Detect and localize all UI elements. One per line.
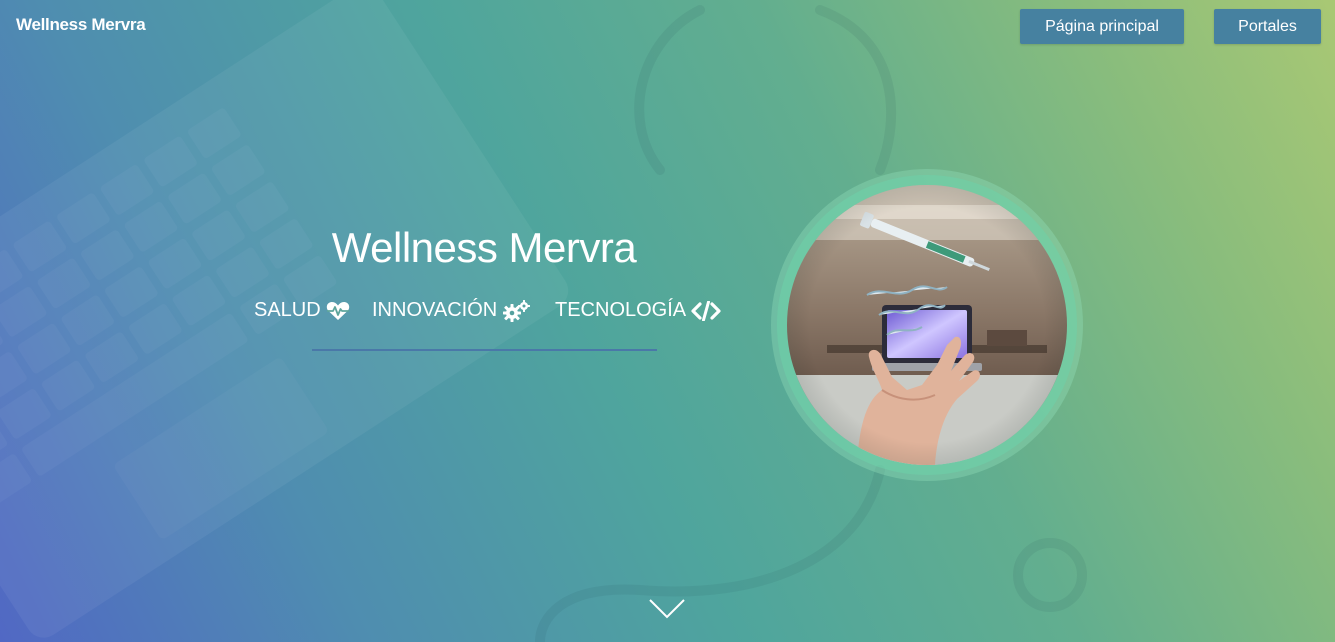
- gears-icon: [502, 299, 531, 322]
- heartbeat-icon: [326, 301, 350, 321]
- code-icon: [691, 300, 721, 321]
- nav-portals-button[interactable]: Portales: [1214, 9, 1321, 44]
- nav-home-button[interactable]: Página principal: [1020, 9, 1184, 44]
- hero-title: Wellness Mervra: [331, 224, 637, 271]
- tag-salud: SALUD: [254, 299, 350, 322]
- hero-image: [787, 185, 1067, 465]
- tag-tecnologia: TECNOLOGÍA: [555, 299, 721, 322]
- tag-innovacion: INNOVACIÓN: [372, 299, 531, 322]
- tag-tecnologia-label: TECNOLOGÍA: [555, 299, 687, 321]
- brand-logo-link[interactable]: Wellness Mervra: [16, 15, 146, 35]
- chevron-down-icon[interactable]: [648, 598, 686, 625]
- hero-divider: [312, 349, 657, 351]
- tag-salud-label: SALUD: [254, 299, 321, 321]
- tag-innovacion-label: INNOVACIÓN: [372, 299, 498, 321]
